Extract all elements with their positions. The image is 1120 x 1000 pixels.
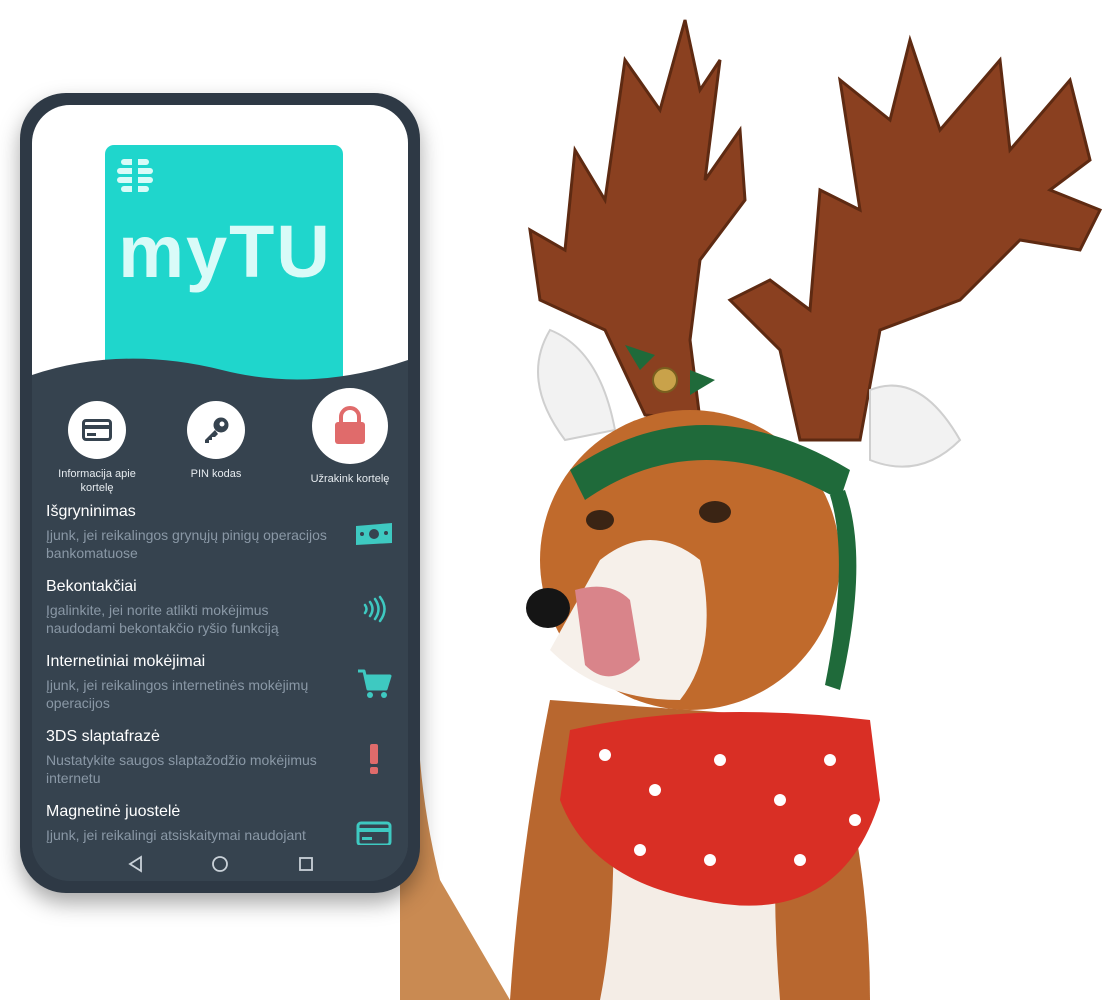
- nav-home-button[interactable]: [209, 853, 231, 875]
- nav-recents-button[interactable]: [295, 853, 317, 875]
- lock-card-label: Užrakink kortelę: [310, 473, 390, 485]
- card-info-action[interactable]: Informacija apie kortelę: [42, 401, 152, 495]
- setting-title: Internetiniai mokėjimai: [46, 653, 206, 670]
- card-logo-icon: [117, 157, 153, 197]
- setting-title: Bekontakčiai: [46, 578, 137, 595]
- back-icon: [128, 855, 142, 873]
- card-info-button[interactable]: [68, 401, 126, 459]
- setting-cash-withdrawal[interactable]: Išgryninimas Įjunk, jei reikalingos gryn…: [46, 500, 396, 575]
- setting-description: Įgalinkite, jei norite atlikti mokėjimus…: [46, 602, 279, 636]
- card-info-label: Informacija apie kortelę: [58, 468, 136, 494]
- setting-3ds-passphrase[interactable]: 3DS slaptafrazė Nustatykite saugos slapt…: [46, 725, 396, 800]
- setting-contactless[interactable]: Bekontakčiai Įgalinkite, jei norite atli…: [46, 575, 396, 650]
- card-stripe-icon: [356, 821, 392, 847]
- recents-icon: [299, 857, 313, 871]
- setting-title: Magnetinė juostelė: [46, 803, 181, 820]
- dog-with-antlers-image: [400, 19, 1103, 1000]
- nav-back-button[interactable]: [125, 853, 147, 875]
- phone-mockup: myTU Informacija apie kortelę PIN kodas …: [20, 93, 420, 893]
- exclamation-icon: [370, 744, 378, 774]
- android-nav-bar: [32, 845, 408, 881]
- contactless-icon: [363, 595, 386, 623]
- setting-online-payments[interactable]: Internetiniai mokėjimai Įjunk, jei reika…: [46, 650, 396, 725]
- pin-code-button[interactable]: [187, 401, 245, 459]
- pin-code-label: PIN kodas: [190, 468, 242, 480]
- lock-card-action[interactable]: Užrakink kortelę: [295, 388, 405, 486]
- home-icon: [212, 856, 228, 872]
- setting-title: 3DS slaptafrazė: [46, 728, 160, 745]
- setting-description: Įjunk, jei reikalingos internetinės mokė…: [46, 677, 309, 711]
- pin-code-action[interactable]: PIN kodas: [174, 401, 258, 481]
- quick-actions: Informacija apie kortelę PIN kodas Užrak…: [32, 388, 408, 498]
- cash-icon: [356, 523, 392, 545]
- phone-screen: myTU Informacija apie kortelę PIN kodas …: [32, 105, 408, 881]
- setting-description: Nustatykite saugos slaptažodžio mokėjimu…: [46, 752, 317, 786]
- cart-icon: [358, 669, 392, 698]
- card-icon: [82, 419, 112, 441]
- lock-icon: [335, 406, 365, 444]
- card-settings-list: Išgryninimas Įjunk, jei reikalingos gryn…: [46, 500, 396, 875]
- key-icon: [205, 417, 229, 443]
- setting-description: Įjunk, jei reikalingos grynųjų pinigų op…: [46, 527, 327, 561]
- card-brand-text: myTU: [118, 210, 332, 293]
- wave-divider: [32, 358, 408, 395]
- lock-card-button[interactable]: [312, 388, 388, 464]
- setting-title: Išgryninimas: [46, 503, 136, 520]
